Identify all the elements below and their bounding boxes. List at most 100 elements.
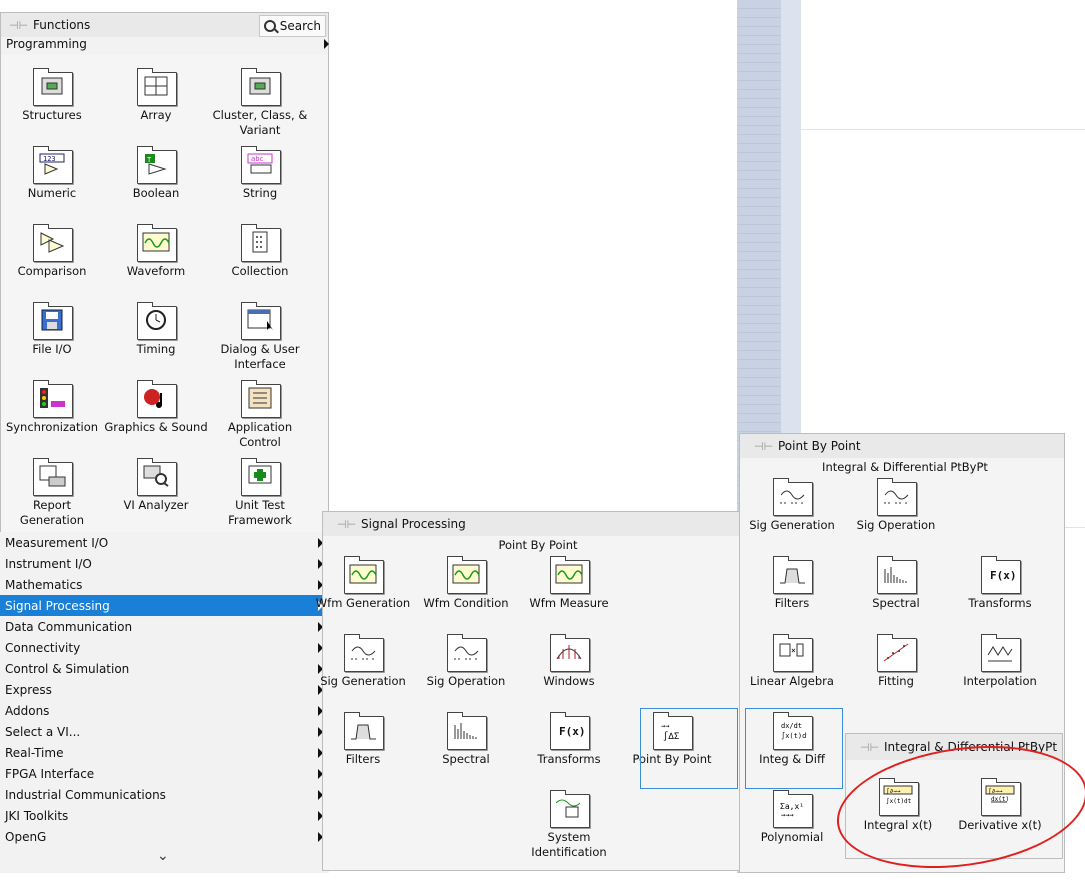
category-programming[interactable]: Programming xyxy=(1,35,333,53)
tile-label: Filters xyxy=(345,752,381,766)
tile-label: Wfm Measure xyxy=(529,596,609,610)
category-label: Measurement I/O xyxy=(5,535,109,550)
string-icon: abc xyxy=(241,146,281,184)
palette-item[interactable]: Fitting xyxy=(846,634,946,689)
palette-subtitle: Integral & Differential PtByPt xyxy=(822,460,988,474)
category-item[interactable]: Select a VI... xyxy=(0,721,327,742)
palette-item[interactable]: Graphics & Sound xyxy=(104,380,208,435)
palette-item[interactable]: Sig Generation xyxy=(742,478,842,533)
tile-label: Filters xyxy=(774,596,810,610)
category-item[interactable]: Control & Simulation xyxy=(0,658,327,679)
category-item[interactable]: JKI Toolkits xyxy=(0,805,327,826)
tile-label: Synchronization xyxy=(5,420,99,434)
graphics-sound-icon xyxy=(137,380,177,418)
palette-item[interactable]: Waveform xyxy=(104,224,208,279)
palette-item[interactable]: Unit Test Framework xyxy=(208,458,312,528)
tile-label: Transforms xyxy=(968,596,1032,610)
palette-item[interactable]: File I/O xyxy=(0,302,104,357)
palette-item[interactable]: × Linear Algebra xyxy=(742,634,842,689)
palette-item[interactable]: Timing xyxy=(104,302,208,357)
palette-item[interactable]: Comparison xyxy=(0,224,104,279)
wfm-condition-icon xyxy=(447,556,487,594)
pin-icon[interactable]: ⊣⊢ xyxy=(754,440,773,453)
palette-item[interactable]: Synchronization xyxy=(0,380,104,435)
palette-item[interactable]: Array xyxy=(104,68,208,123)
palette-item[interactable]: Report Generation xyxy=(0,458,104,528)
category-item[interactable]: Data Communication xyxy=(0,616,327,637)
palette-item[interactable]: Cluster, Class, & Variant xyxy=(208,68,312,138)
category-item[interactable]: Measurement I/O xyxy=(0,532,327,553)
palette-item[interactable]: F(x) Transforms xyxy=(517,712,621,767)
palette-item[interactable]: Application Control xyxy=(208,380,312,450)
palette-item[interactable]: Wfm Condition xyxy=(414,556,518,611)
boolean-icon: T xyxy=(137,146,177,184)
category-item[interactable]: Connectivity xyxy=(0,637,327,658)
search-button[interactable]: Search xyxy=(258,15,326,37)
category-label: Connectivity xyxy=(5,640,81,655)
category-item[interactable]: Addons xyxy=(0,700,327,721)
palette-item[interactable]: Sig Generation xyxy=(311,634,415,689)
category-list: Measurement I/O Instrument I/O Mathematics… xyxy=(0,532,329,873)
palette-titlebar[interactable]: ⊣⊢ Functions Search xyxy=(1,13,328,37)
category-item[interactable]: Industrial Communications xyxy=(0,784,327,805)
palette-item[interactable]: Sig Operation xyxy=(414,634,518,689)
selected-highlight xyxy=(745,708,843,789)
tile-label: Sig Operation xyxy=(426,674,506,688)
pin-icon[interactable]: ⊣⊢ xyxy=(9,19,28,32)
pin-icon[interactable]: ⊣⊢ xyxy=(337,518,356,531)
wfm-measure-icon xyxy=(550,556,590,594)
palette-item[interactable]: Collection xyxy=(208,224,312,279)
pin-icon[interactable]: ⊣⊢ xyxy=(860,741,879,754)
filters-icon xyxy=(344,712,384,750)
category-label: Signal Processing xyxy=(5,598,110,613)
palette-titlebar[interactable]: ⊣⊢ Signal Processing xyxy=(323,512,741,536)
numeric-icon: 123 xyxy=(33,146,73,184)
category-item[interactable]: Instrument I/O xyxy=(0,553,327,574)
tile-label: Wfm Generation xyxy=(315,596,411,610)
waveform-icon xyxy=(137,224,177,262)
more-chevron-icon[interactable]: ⌄ xyxy=(157,848,169,864)
palette-item[interactable]: Filters xyxy=(742,556,842,611)
palette-item[interactable]: abc String xyxy=(208,146,312,201)
palette-item[interactable]: 123 Numeric xyxy=(0,146,104,201)
palette-item[interactable]: Interpolation xyxy=(950,634,1050,689)
category-item[interactable]: Real-Time xyxy=(0,742,327,763)
category-item[interactable]: FPGA Interface xyxy=(0,763,327,784)
palette-item[interactable]: Filters xyxy=(311,712,415,767)
transforms-icon: F(x) xyxy=(981,556,1021,594)
palette-item[interactable]: Wfm Generation xyxy=(311,556,415,611)
category-label: Addons xyxy=(5,703,50,718)
palette-item[interactable]: F(x) Transforms xyxy=(950,556,1050,611)
category-item[interactable]: Signal Processing xyxy=(0,595,327,616)
wfm-generation-icon xyxy=(344,556,384,594)
palette-item[interactable]: VI Analyzer xyxy=(104,458,208,513)
category-item[interactable]: Mathematics xyxy=(0,574,327,595)
palette-item[interactable]: Wfm Measure xyxy=(517,556,621,611)
palette-item[interactable]: Dialog & User Interface xyxy=(208,302,312,372)
category-item[interactable]: OpenG xyxy=(0,826,327,847)
tile-label: Wfm Condition xyxy=(423,596,509,610)
palette-item[interactable]: Spectral xyxy=(414,712,518,767)
palette-item[interactable]: Windows xyxy=(517,634,621,689)
windows-icon xyxy=(550,634,590,672)
tile-label: Cluster, Class, & Variant xyxy=(212,108,308,137)
svg-text:F(x): F(x) xyxy=(990,569,1015,582)
divider xyxy=(801,129,1085,130)
category-label: JKI Toolkits xyxy=(5,808,69,823)
category-item[interactable]: Express xyxy=(0,679,327,700)
tile-label: Array xyxy=(140,108,172,122)
palette-item[interactable]: T Boolean xyxy=(104,146,208,201)
category-label: OpenG xyxy=(5,829,47,844)
tile-label: Application Control xyxy=(227,420,293,449)
palette-item[interactable]: Sig Operation xyxy=(846,478,946,533)
tile-label: Fitting xyxy=(878,674,914,688)
tile-label: Polynomial xyxy=(760,830,824,844)
palette-titlebar[interactable]: ⊣⊢ Point By Point xyxy=(740,434,1064,458)
spectral-icon xyxy=(877,556,917,594)
tile-label: Windows xyxy=(543,674,595,688)
palette-item[interactable]: System Identification xyxy=(517,790,621,860)
category-label: Data Communication xyxy=(5,619,133,634)
palette-item[interactable]: Σa,x¹ →→→ Polynomial xyxy=(742,790,842,845)
palette-item[interactable]: Structures xyxy=(0,68,104,123)
palette-item[interactable]: Spectral xyxy=(846,556,946,611)
